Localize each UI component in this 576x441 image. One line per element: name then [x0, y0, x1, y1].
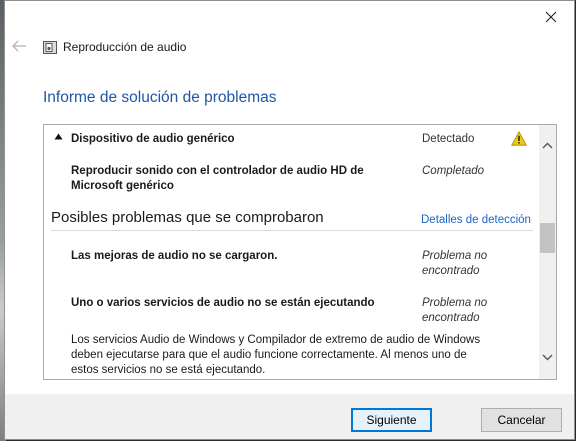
section-title: Posibles problemas que se comprobaron — [51, 209, 324, 226]
chevron-up-icon — [542, 142, 553, 149]
action-status: Completado — [422, 165, 485, 177]
next-button[interactable]: Siguiente — [351, 408, 432, 432]
cancel-button[interactable]: Cancelar — [481, 408, 562, 432]
collapse-triangle-icon[interactable] — [54, 133, 63, 140]
issue-description: Los servicios Audio de Windows y Compila… — [71, 334, 481, 376]
section-separator — [51, 230, 533, 231]
page-title: Informe de solución de problemas — [43, 89, 277, 106]
issue-label: Las mejoras de audio no se cargaron. — [71, 250, 278, 262]
warning-icon — [511, 131, 527, 146]
report-panel: Dispositivo de audio genérico Detectado … — [43, 124, 557, 380]
speaker-app-icon — [43, 41, 57, 54]
scrollbar-thumb[interactable] — [540, 223, 555, 253]
scroll-up-button[interactable] — [539, 137, 556, 154]
issue-status: Problema no encontrado — [422, 297, 488, 324]
device-label: Dispositivo de audio genérico — [71, 133, 235, 145]
troubleshooter-window: Reproducción de audio Informe de solució… — [4, 0, 575, 440]
issue-label: Uno o varios servicios de audio no se es… — [71, 297, 375, 309]
report-content: Dispositivo de audio genérico Detectado … — [44, 125, 538, 379]
back-button[interactable] — [11, 39, 29, 55]
issue-status: Problema no encontrado — [422, 250, 488, 277]
close-icon — [545, 11, 557, 23]
footer-bar: Siguiente Cancelar — [5, 394, 574, 439]
report-scrollbar[interactable] — [539, 125, 556, 379]
device-status: Detectado — [422, 133, 475, 145]
detection-details-link[interactable]: Detalles de detección — [421, 214, 531, 226]
chevron-down-icon — [542, 354, 553, 361]
window-title: Reproducción de audio — [63, 40, 187, 54]
scroll-down-button[interactable] — [539, 349, 556, 366]
action-label: Reproducir sonido con el controlador de … — [71, 165, 364, 192]
close-button[interactable] — [528, 1, 574, 33]
back-arrow-icon — [12, 40, 26, 52]
